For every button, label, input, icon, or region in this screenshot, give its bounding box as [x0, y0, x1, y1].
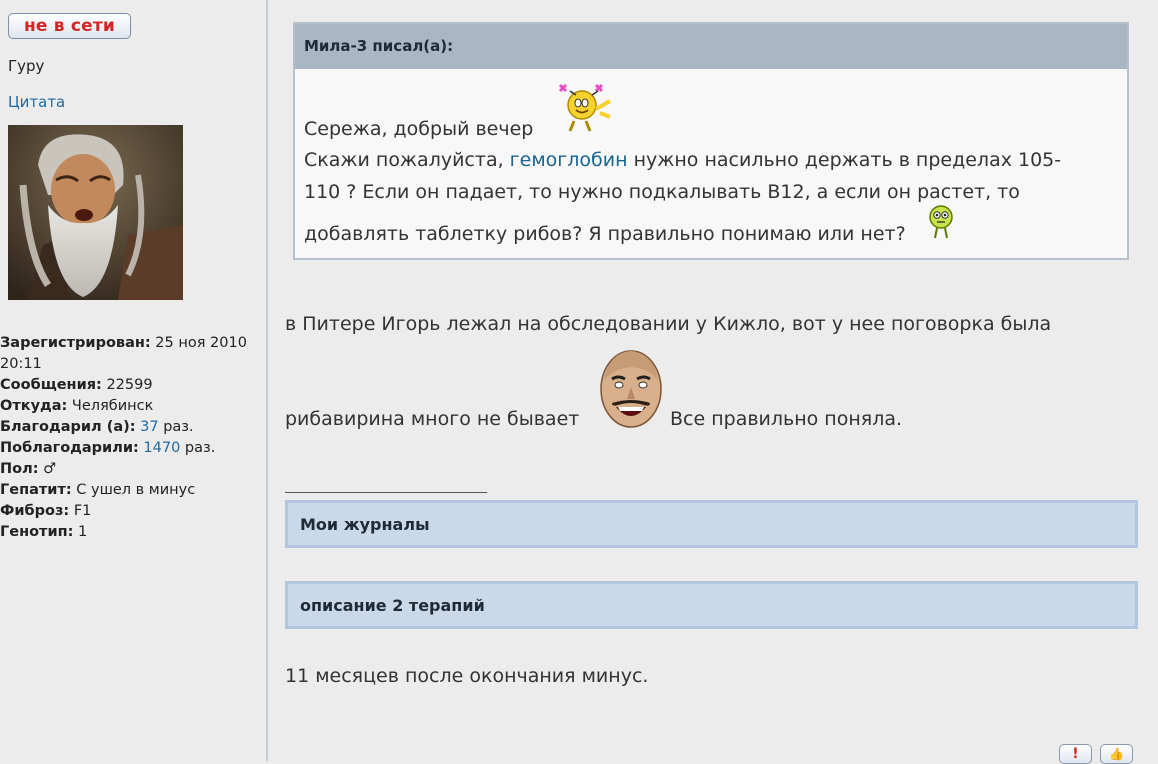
profile-registered: Зарегистрирован: 25 ноя 2010 20:11	[0, 333, 262, 375]
post-body: Мила-3 писал(а): Сережа, добрый вечер Ск…	[270, 0, 1158, 764]
fibrosis-label: Фиброз:	[0, 503, 70, 519]
genotype-value: 1	[73, 524, 88, 540]
genotype-label: Генотип:	[0, 524, 74, 540]
user-sidebar: не в сети Гуру Цитата Зарегистрирован: 2…	[0, 0, 268, 761]
from-label: Откуда:	[0, 398, 68, 414]
laughing-face-icon	[600, 350, 662, 428]
report-icon[interactable]: !	[1059, 744, 1092, 764]
quote-line-2-end: нужно насильно держать в пределах 105-	[627, 149, 1062, 171]
post-line-2-start: рибавирина много не бывает	[285, 408, 580, 430]
thanked-by-label: Поблагодарили:	[0, 440, 139, 456]
user-rank: Гуру	[8, 57, 45, 75]
post-line-2-end: Все правильно поняла.	[670, 408, 903, 430]
profile-thanked-by: Поблагодарили: 1470 раз.	[0, 438, 262, 459]
registered-label: Зарегистрирован:	[0, 335, 151, 351]
profile-posts: Сообщения: 22599	[0, 375, 262, 396]
quote-link[interactable]: Цитата	[8, 93, 65, 111]
thanks-icon[interactable]: 👍	[1100, 744, 1133, 764]
male-gender-icon: ♂	[43, 461, 57, 477]
post-line-1: в Питере Игорь лежал на обследовании у К…	[285, 313, 1052, 335]
quote-line-2-start: Скажи пожалуйста,	[304, 149, 510, 171]
thanked-label: Благодарил (а):	[0, 419, 136, 435]
profile-thanked: Благодарил (а): 37 раз.	[0, 417, 262, 438]
dancing-smiley-icon	[558, 83, 611, 132]
confused-smiley-icon	[929, 205, 953, 239]
profile-hepatitis: Гепатит: С ушел в минус	[0, 480, 262, 501]
avatar-portrait-icon	[8, 125, 183, 300]
user-profile-details: Зарегистрирован: 25 ноя 2010 20:11 Сообщ…	[0, 333, 262, 543]
posts-value: 22599	[101, 377, 153, 393]
quote-line-3: 110 ? Если он падает, то нужно подкалыва…	[304, 181, 1020, 203]
avatar	[8, 125, 183, 300]
thanked-count-link[interactable]: 37	[140, 419, 158, 435]
profile-gender: Пол: ♂	[0, 459, 262, 480]
profile-genotype: Генотип: 1	[0, 522, 262, 543]
therapies-spoiler[interactable]: описание 2 терапий	[285, 581, 1138, 629]
fibrosis-value: F1	[69, 503, 92, 519]
quote-block: Мила-3 писал(а): Сережа, добрый вечер Ск…	[293, 22, 1129, 260]
profile-from: Откуда: Челябинск	[0, 396, 262, 417]
hepatitis-label: Гепатит:	[0, 482, 72, 498]
quote-author-header: Мила-3 писал(а):	[295, 24, 1127, 69]
quote-line-2: Скажи пожалуйста, гемоглобин нужно насил…	[304, 144, 1061, 177]
gender-label: Пол:	[0, 461, 39, 477]
quote-line-4: добавлять таблетку рибов? Я правильно по…	[304, 223, 906, 245]
thanked-suffix: раз.	[158, 419, 194, 435]
profile-fibrosis: Фиброз: F1	[0, 501, 262, 522]
offline-status-button[interactable]: не в сети	[8, 13, 131, 39]
hepatitis-value: С ушел в минус	[71, 482, 196, 498]
signature-divider	[285, 492, 487, 493]
from-value: Челябинск	[67, 398, 154, 414]
my-journals-spoiler[interactable]: Мои журналы	[285, 500, 1138, 548]
thanked-by-count-link[interactable]: 1470	[143, 440, 180, 456]
quote-line-1: Сережа, добрый вечер	[304, 118, 534, 140]
thanked-by-suffix: раз.	[180, 440, 216, 456]
posts-label: Сообщения:	[0, 377, 102, 393]
hemoglobin-link[interactable]: гемоглобин	[510, 149, 628, 171]
signature-text: 11 месяцев после окончания минус.	[285, 665, 649, 687]
